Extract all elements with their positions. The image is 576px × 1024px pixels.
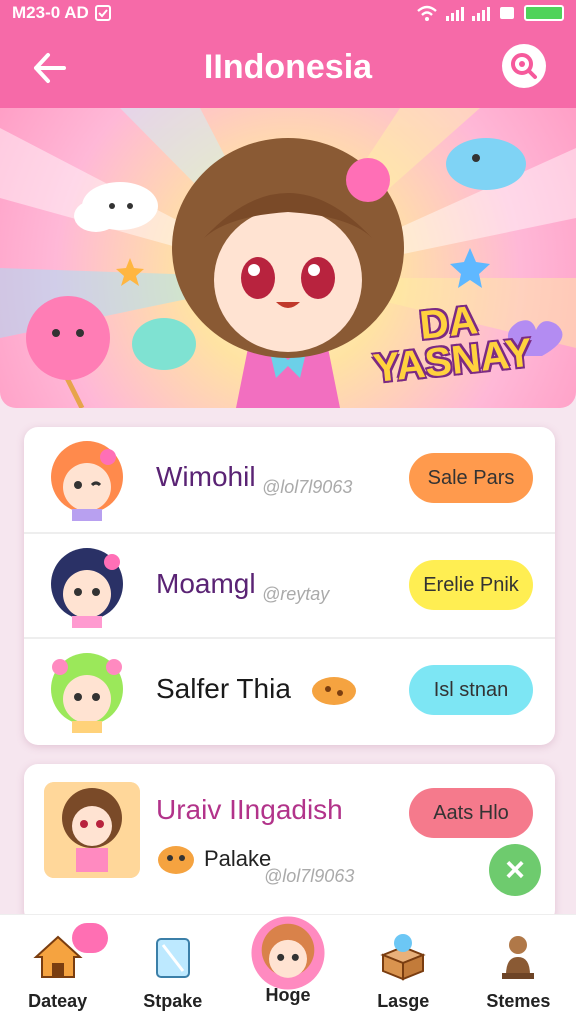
nav-label: Dateay	[28, 991, 88, 1011]
battery-icon	[524, 5, 564, 21]
contact-name: Moamgl	[156, 568, 256, 599]
avatar	[51, 548, 123, 628]
action-button[interactable]: Erelie Pnik	[409, 560, 533, 610]
nav-label: Lasge	[377, 991, 430, 1011]
back-button[interactable]	[28, 46, 72, 90]
bottom-nav: Dateay Stpake Hoge Lasge Stemes	[0, 914, 576, 1024]
action-button[interactable]: Aats Hlo	[409, 788, 533, 838]
avatar	[51, 653, 123, 733]
card-subtitle: Palake	[204, 846, 272, 871]
nav-label: Hoge	[265, 985, 311, 1005]
nav-item-lasge[interactable]: Lasge	[346, 915, 461, 1024]
signal-icon-2	[472, 5, 490, 21]
close-button[interactable]: ×	[489, 844, 541, 896]
back-arrow-icon	[34, 53, 66, 83]
nav-item-dateay[interactable]: Dateay	[0, 915, 115, 1024]
avatar	[51, 441, 123, 521]
action-button[interactable]: Isl stnan	[409, 665, 533, 715]
featured-card[interactable]: Uraiv IIngadish Palake @lol7l9063 Aats H…	[24, 764, 555, 924]
avatar-icon	[251, 916, 325, 990]
list-item[interactable]: Salfer Thia Isl stnan	[24, 637, 555, 742]
search-icon	[511, 53, 537, 79]
contact-name: Salfer Thia	[156, 673, 291, 704]
card-handle: @lol7l9063	[264, 866, 355, 886]
wifi-icon	[417, 5, 437, 21]
notification-icon	[94, 5, 111, 21]
contact-handle: @reytay	[262, 584, 330, 604]
status-bar: M23-0 AD	[0, 0, 576, 26]
alarm-icon	[500, 7, 514, 19]
status-time: M23-0 AD	[12, 3, 89, 22]
list-item[interactable]: Wimohil @lol7l9063 Sale Pars	[24, 427, 555, 532]
page-title: IIndonesia	[203, 47, 373, 86]
close-icon: ×	[505, 850, 525, 889]
avatar	[44, 782, 140, 878]
ice-cube-icon	[155, 938, 190, 978]
nav-label: Stemes	[486, 991, 551, 1011]
contact-list: Wimohil @lol7l9063 Sale Pars Moamgl @rey…	[24, 427, 555, 745]
hero-banner[interactable]: DA YASNAY	[0, 108, 576, 408]
contact-name: Wimohil	[156, 461, 256, 492]
nav-item-hoge[interactable]: Hoge	[230, 915, 345, 1024]
list-item[interactable]: Moamgl @reytay Erelie Pnik	[24, 532, 555, 637]
card-title: Uraiv IIngadish	[156, 794, 343, 825]
nav-item-stemes[interactable]: Stemes	[461, 915, 576, 1024]
action-button[interactable]: Sale Pars	[409, 453, 533, 503]
nav-item-stpake[interactable]: Stpake	[115, 915, 230, 1024]
box-icon	[380, 934, 426, 981]
app-header: IIndonesia	[0, 26, 576, 108]
banner-logo: DA YASNAY	[370, 298, 534, 392]
figure-icon	[502, 936, 535, 979]
nav-label: Stpake	[143, 991, 203, 1011]
puppy-icon	[158, 846, 194, 874]
signal-icon	[446, 5, 464, 21]
search-button[interactable]	[502, 44, 546, 88]
contact-handle: @lol7l9063	[262, 477, 353, 497]
chat-badge	[72, 923, 108, 953]
bread-icon	[312, 677, 356, 705]
